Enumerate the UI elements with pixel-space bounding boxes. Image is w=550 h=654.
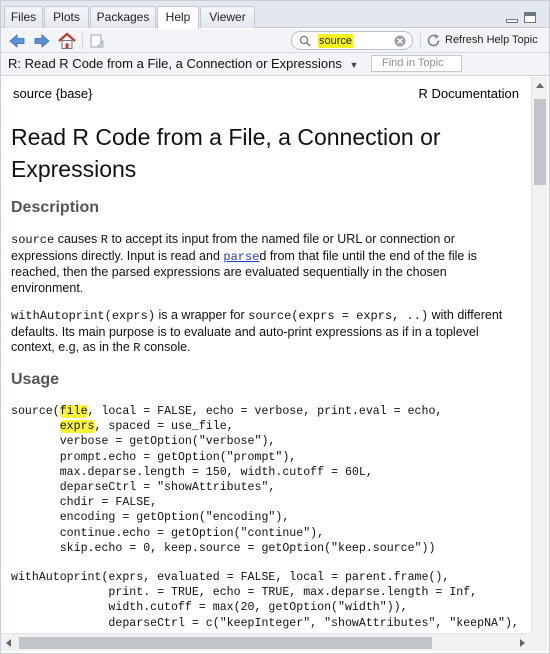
scroll-up-arrow-icon[interactable] xyxy=(536,83,544,88)
desc-text: console. xyxy=(140,340,191,354)
code-text: verbose = getOption("verbose"), prompt.e… xyxy=(59,435,436,555)
topic-title-dropdown[interactable]: R: Read R Code from a File, a Connection… xyxy=(8,56,358,71)
home-icon[interactable] xyxy=(57,32,77,50)
code-text: , spaced = use_file, xyxy=(94,420,234,434)
code-r: R xyxy=(133,341,141,355)
vertical-scroll-thumb[interactable] xyxy=(534,99,546,185)
tab-strip: Files Plots Packages Help Viewer xyxy=(1,1,549,29)
tab-viewer[interactable]: Viewer xyxy=(200,6,255,28)
help-search-input[interactable]: source xyxy=(291,31,413,50)
refresh-help-topic-button[interactable]: Refresh Help Topic xyxy=(445,34,538,46)
usage-source-code: source(file, local = FALSE, echo = verbo… xyxy=(11,404,442,556)
description-paragraph-2: withAutoprint(exprs) is a wrapper for so… xyxy=(11,308,521,357)
forward-arrow-icon[interactable] xyxy=(33,32,51,50)
maximize-icon[interactable] xyxy=(524,12,536,23)
usage-heading: Usage xyxy=(11,371,60,388)
doc-package-label: source {base} xyxy=(13,86,93,101)
back-arrow-icon[interactable] xyxy=(8,32,26,50)
toolbar-divider xyxy=(420,33,421,49)
refresh-icon[interactable] xyxy=(426,33,441,48)
search-query-text: source xyxy=(318,34,354,48)
print-icon[interactable] xyxy=(88,32,106,50)
code-source: source xyxy=(11,233,55,247)
tab-help[interactable]: Help xyxy=(157,6,199,29)
page-title: Read R Code from a File, a Connection or… xyxy=(11,124,441,182)
tab-packages[interactable]: Packages xyxy=(90,6,156,28)
topic-title-text: R: Read R Code from a File, a Connection… xyxy=(8,56,342,71)
search-icon xyxy=(299,35,311,47)
code-source-call: source(exprs = exprs, ..) xyxy=(248,309,429,323)
code-r: R xyxy=(100,233,108,247)
doc-type-label: R Documentation xyxy=(418,86,519,101)
scrollbar-corner xyxy=(531,633,548,651)
horizontal-scrollbar[interactable] xyxy=(1,633,531,651)
dropdown-caret-icon: ▼ xyxy=(349,60,359,70)
highlighted-arg-file: file xyxy=(59,405,88,418)
topic-bar: R: Read R Code from a File, a Connection… xyxy=(1,53,549,76)
parse-link[interactable]: parse xyxy=(223,250,259,264)
usage-withautoprint-code: withAutoprint(exprs, evaluated = FALSE, … xyxy=(11,571,519,630)
clear-search-icon[interactable] xyxy=(394,35,406,47)
tab-plots[interactable]: Plots xyxy=(44,6,89,28)
description-heading: Description xyxy=(11,199,100,216)
find-in-topic-placeholder: Find in Topic xyxy=(382,57,444,69)
tab-files[interactable]: Files xyxy=(4,6,43,28)
code-text: , local = FALSE, echo = verbose, print.e… xyxy=(87,405,443,418)
help-content: source {base} R Documentation Read R Cod… xyxy=(1,77,531,633)
horizontal-scroll-thumb[interactable] xyxy=(19,637,432,649)
code-text: source( xyxy=(11,405,60,418)
toolbar-divider xyxy=(82,33,83,49)
scroll-right-arrow-icon[interactable] xyxy=(520,639,525,647)
help-toolbar: source Refresh Help Topic xyxy=(1,29,549,53)
code-withautoprint: withAutoprint(exprs) xyxy=(11,309,156,323)
desc-text: is a wrapper for xyxy=(155,308,249,322)
description-paragraph-1: source causes R to accept its input from… xyxy=(11,232,521,296)
help-pane: Files Plots Packages Help Viewer source … xyxy=(0,0,550,654)
vertical-scrollbar[interactable] xyxy=(531,77,548,633)
minimize-icon[interactable] xyxy=(506,19,518,23)
desc-text: causes xyxy=(54,232,101,246)
find-in-topic-input[interactable]: Find in Topic xyxy=(371,55,462,72)
scroll-left-arrow-icon[interactable] xyxy=(6,639,11,647)
highlighted-arg-exprs: exprs xyxy=(59,420,95,434)
